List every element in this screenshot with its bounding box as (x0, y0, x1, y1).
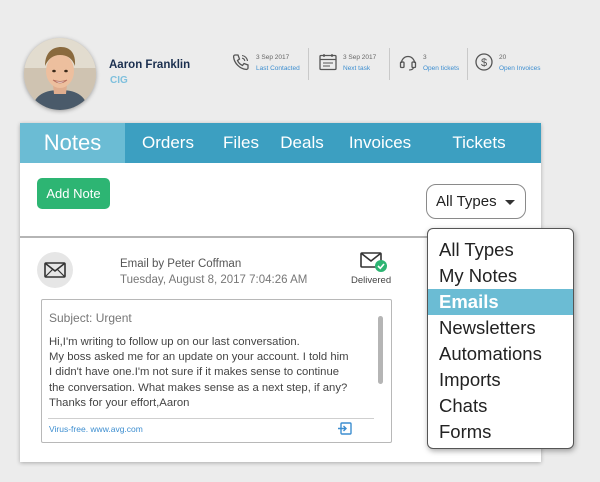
stat-divider (389, 48, 390, 80)
contact-name: Aaron Franklin (109, 59, 191, 71)
email-body-line: I didn't have one.I'm not sure if it mak… (49, 366, 340, 379)
stat-value: 3 (423, 54, 427, 61)
email-body: Hi,I'm writing to follow up on our last … (49, 335, 371, 411)
email-body-line: Hi,I'm writing to follow up on our last … (49, 336, 300, 348)
stat-divider (308, 48, 309, 80)
email-body-line: the conversation. What makes sense as a … (49, 381, 348, 394)
add-note-button[interactable]: Add Note (37, 178, 110, 209)
stat-label[interactable]: Last Contacted (256, 63, 300, 74)
chevron-down-icon (505, 200, 515, 205)
menu-item-imports[interactable]: Imports (428, 367, 573, 393)
tab-files[interactable]: Files (211, 123, 271, 163)
contact-company[interactable]: CIG (110, 75, 128, 86)
note-type-select-value: All Types (436, 193, 497, 210)
tab-deals[interactable]: Deals (271, 123, 333, 163)
email-type-badge (37, 252, 73, 288)
avatar-photo (24, 38, 96, 110)
stat-value: 3 Sep 2017 (256, 54, 290, 61)
menu-item-newsletters[interactable]: Newsletters (428, 315, 573, 341)
tab-bar: Notes Orders Files Deals Invoices Ticket… (20, 123, 541, 163)
email-subject: Subject: Urgent (49, 311, 132, 325)
tab-invoices[interactable]: Invoices (333, 123, 427, 163)
envelope-icon (44, 262, 66, 278)
stat-label[interactable]: Open Invoices (499, 63, 541, 74)
email-body-line: Thanks for your effort,Aaron (49, 396, 190, 409)
stat-next-task[interactable]: 3 Sep 2017 Next task (318, 52, 376, 74)
message-scrollbar[interactable] (378, 316, 383, 384)
email-message-box[interactable]: Subject: Urgent Hi,I'm writing to follow… (41, 299, 392, 443)
contact-header: Aaron Franklin CIG 3 Sep 2017 Last Conta… (0, 0, 600, 118)
tab-orders[interactable]: Orders (125, 123, 211, 163)
note-type-menu: All Types My Notes Emails Newsletters Au… (427, 228, 574, 449)
signature-divider (48, 418, 374, 419)
expand-icon[interactable] (337, 422, 352, 435)
stat-value: 3 Sep 2017 (343, 54, 377, 61)
menu-item-emails[interactable]: Emails (428, 289, 573, 315)
menu-item-chats[interactable]: Chats (428, 393, 573, 419)
stat-open-invoices[interactable]: $ 20 Open Invoices (474, 52, 541, 74)
phone-icon (232, 54, 249, 71)
stat-label[interactable]: Open tickets (423, 63, 459, 74)
note-author: Email by Peter Coffman (120, 258, 242, 270)
menu-item-my-notes[interactable]: My Notes (428, 263, 573, 289)
menu-item-all-types[interactable]: All Types (428, 237, 573, 263)
email-signature-link[interactable]: Virus-free. www.avg.com (49, 424, 143, 434)
svg-text:$: $ (481, 57, 487, 69)
delivery-status: Delivered (351, 275, 392, 286)
note-timestamp: Tuesday, August 8, 2017 7:04:26 AM (120, 274, 308, 286)
notes-toolbar: Add Note All Types (20, 163, 541, 236)
delivered-envelope-icon (360, 252, 387, 272)
stat-open-tickets[interactable]: 3 Open tickets (398, 52, 459, 74)
menu-item-forms[interactable]: Forms (428, 419, 573, 445)
menu-item-automations[interactable]: Automations (428, 341, 573, 367)
dollar-icon: $ (475, 53, 493, 71)
email-body-line: My boss asked me for an update on your a… (49, 351, 349, 364)
calendar-icon (319, 54, 337, 71)
stat-divider (467, 48, 468, 80)
avatar[interactable] (24, 38, 96, 110)
tab-notes[interactable]: Notes (20, 123, 125, 163)
stat-last-contacted[interactable]: 3 Sep 2017 Last Contacted (231, 52, 300, 74)
stat-label[interactable]: Next task (343, 63, 376, 74)
headset-icon (399, 55, 417, 71)
stat-value: 20 (499, 54, 507, 61)
tab-tickets[interactable]: Tickets (427, 123, 531, 163)
note-type-select[interactable]: All Types (426, 184, 526, 219)
